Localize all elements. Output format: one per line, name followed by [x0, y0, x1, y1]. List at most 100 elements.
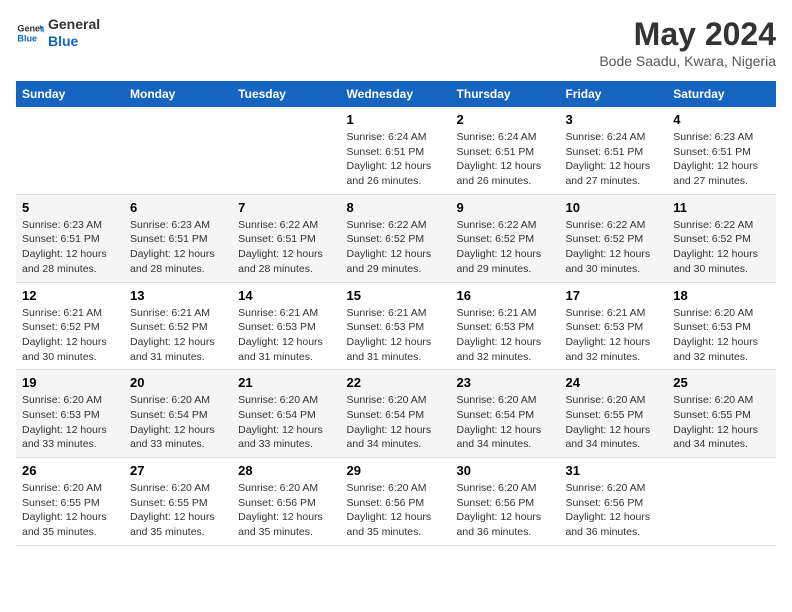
calendar-cell: 16 Sunrise: 6:21 AMSunset: 6:53 PMDayligh…	[451, 282, 560, 370]
calendar-cell: 17 Sunrise: 6:21 AMSunset: 6:53 PMDayligh…	[559, 282, 667, 370]
day-number: 5	[22, 200, 118, 215]
calendar-cell: 14 Sunrise: 6:21 AMSunset: 6:53 PMDayligh…	[232, 282, 340, 370]
day-number: 13	[130, 288, 226, 303]
header-sunday: Sunday	[16, 81, 124, 107]
day-info: Sunrise: 6:20 AMSunset: 6:54 PMDaylight:…	[238, 393, 334, 452]
day-number: 21	[238, 375, 334, 390]
day-number: 19	[22, 375, 118, 390]
header-thursday: Thursday	[451, 81, 560, 107]
calendar-cell	[124, 107, 232, 194]
day-number: 3	[565, 112, 661, 127]
calendar-cell: 20 Sunrise: 6:20 AMSunset: 6:54 PMDayligh…	[124, 370, 232, 458]
day-number: 6	[130, 200, 226, 215]
day-number: 20	[130, 375, 226, 390]
calendar-cell: 15 Sunrise: 6:21 AMSunset: 6:53 PMDayligh…	[341, 282, 451, 370]
day-info: Sunrise: 6:23 AMSunset: 6:51 PMDaylight:…	[673, 130, 770, 189]
calendar-cell: 7 Sunrise: 6:22 AMSunset: 6:51 PMDaylight…	[232, 194, 340, 282]
day-info: Sunrise: 6:20 AMSunset: 6:53 PMDaylight:…	[22, 393, 118, 452]
calendar-cell: 27 Sunrise: 6:20 AMSunset: 6:55 PMDayligh…	[124, 458, 232, 546]
calendar-header-row: SundayMondayTuesdayWednesdayThursdayFrid…	[16, 81, 776, 107]
day-info: Sunrise: 6:20 AMSunset: 6:55 PMDaylight:…	[565, 393, 661, 452]
day-number: 29	[347, 463, 445, 478]
day-number: 4	[673, 112, 770, 127]
day-number: 7	[238, 200, 334, 215]
day-info: Sunrise: 6:20 AMSunset: 6:53 PMDaylight:…	[673, 306, 770, 365]
day-number: 27	[130, 463, 226, 478]
day-info: Sunrise: 6:22 AMSunset: 6:52 PMDaylight:…	[457, 218, 554, 277]
day-info: Sunrise: 6:24 AMSunset: 6:51 PMDaylight:…	[457, 130, 554, 189]
calendar-cell: 12 Sunrise: 6:21 AMSunset: 6:52 PMDayligh…	[16, 282, 124, 370]
day-info: Sunrise: 6:24 AMSunset: 6:51 PMDaylight:…	[347, 130, 445, 189]
day-number: 31	[565, 463, 661, 478]
day-info: Sunrise: 6:20 AMSunset: 6:55 PMDaylight:…	[673, 393, 770, 452]
day-number: 25	[673, 375, 770, 390]
day-info: Sunrise: 6:20 AMSunset: 6:55 PMDaylight:…	[130, 481, 226, 540]
day-info: Sunrise: 6:20 AMSunset: 6:54 PMDaylight:…	[457, 393, 554, 452]
calendar-cell: 1 Sunrise: 6:24 AMSunset: 6:51 PMDaylight…	[341, 107, 451, 194]
day-info: Sunrise: 6:21 AMSunset: 6:53 PMDaylight:…	[457, 306, 554, 365]
calendar-cell: 10Sunrise: 6:22 AMSunset: 6:52 PMDayligh…	[559, 194, 667, 282]
day-info: Sunrise: 6:20 AMSunset: 6:56 PMDaylight:…	[347, 481, 445, 540]
logo-icon: General Blue	[16, 19, 44, 47]
header-friday: Friday	[559, 81, 667, 107]
day-info: Sunrise: 6:23 AMSunset: 6:51 PMDaylight:…	[130, 218, 226, 277]
svg-text:Blue: Blue	[17, 33, 37, 43]
day-info: Sunrise: 6:21 AMSunset: 6:53 PMDaylight:…	[565, 306, 661, 365]
calendar-week-row: 19 Sunrise: 6:20 AMSunset: 6:53 PMDayligh…	[16, 370, 776, 458]
day-number: 23	[457, 375, 554, 390]
day-number: 26	[22, 463, 118, 478]
calendar-cell: 11 Sunrise: 6:22 AMSunset: 6:52 PMDayligh…	[667, 194, 776, 282]
calendar-cell: 22Sunrise: 6:20 AMSunset: 6:54 PMDayligh…	[341, 370, 451, 458]
day-number: 15	[347, 288, 445, 303]
calendar-cell: 13 Sunrise: 6:21 AMSunset: 6:52 PMDayligh…	[124, 282, 232, 370]
calendar-title: May 2024	[599, 16, 776, 53]
day-number: 12	[22, 288, 118, 303]
day-info: Sunrise: 6:21 AMSunset: 6:52 PMDaylight:…	[22, 306, 118, 365]
day-number: 28	[238, 463, 334, 478]
day-number: 1	[347, 112, 445, 127]
day-number: 11	[673, 200, 770, 215]
calendar-week-row: 1 Sunrise: 6:24 AMSunset: 6:51 PMDaylight…	[16, 107, 776, 194]
logo: General Blue General Blue	[16, 16, 100, 50]
calendar-cell: 23 Sunrise: 6:20 AMSunset: 6:54 PMDayligh…	[451, 370, 560, 458]
day-info: Sunrise: 6:21 AMSunset: 6:53 PMDaylight:…	[347, 306, 445, 365]
day-number: 17	[565, 288, 661, 303]
day-number: 16	[457, 288, 554, 303]
day-info: Sunrise: 6:20 AMSunset: 6:54 PMDaylight:…	[130, 393, 226, 452]
calendar-cell: 6 Sunrise: 6:23 AMSunset: 6:51 PMDaylight…	[124, 194, 232, 282]
calendar-cell: 19 Sunrise: 6:20 AMSunset: 6:53 PMDayligh…	[16, 370, 124, 458]
header-saturday: Saturday	[667, 81, 776, 107]
day-number: 8	[347, 200, 445, 215]
calendar-cell: 21 Sunrise: 6:20 AMSunset: 6:54 PMDayligh…	[232, 370, 340, 458]
calendar-cell: 24 Sunrise: 6:20 AMSunset: 6:55 PMDayligh…	[559, 370, 667, 458]
calendar-cell	[232, 107, 340, 194]
day-info: Sunrise: 6:21 AMSunset: 6:52 PMDaylight:…	[130, 306, 226, 365]
calendar-cell: 28 Sunrise: 6:20 AMSunset: 6:56 PMDayligh…	[232, 458, 340, 546]
calendar-cell: 25 Sunrise: 6:20 AMSunset: 6:55 PMDayligh…	[667, 370, 776, 458]
day-info: Sunrise: 6:21 AMSunset: 6:53 PMDaylight:…	[238, 306, 334, 365]
day-number: 22	[347, 375, 445, 390]
day-info: Sunrise: 6:20 AMSunset: 6:56 PMDaylight:…	[238, 481, 334, 540]
calendar-cell: 4 Sunrise: 6:23 AMSunset: 6:51 PMDaylight…	[667, 107, 776, 194]
day-info: Sunrise: 6:22 AMSunset: 6:52 PMDaylight:…	[673, 218, 770, 277]
page-header: General Blue General Blue May 2024 Bode …	[16, 16, 776, 69]
calendar-cell: 2 Sunrise: 6:24 AMSunset: 6:51 PMDaylight…	[451, 107, 560, 194]
day-info: Sunrise: 6:23 AMSunset: 6:51 PMDaylight:…	[22, 218, 118, 277]
title-block: May 2024 Bode Saadu, Kwara, Nigeria	[599, 16, 776, 69]
day-number: 14	[238, 288, 334, 303]
day-info: Sunrise: 6:24 AMSunset: 6:51 PMDaylight:…	[565, 130, 661, 189]
calendar-cell: 26Sunrise: 6:20 AMSunset: 6:55 PMDayligh…	[16, 458, 124, 546]
calendar-cell	[16, 107, 124, 194]
day-number: 2	[457, 112, 554, 127]
calendar-cell: 5 Sunrise: 6:23 AMSunset: 6:51 PMDaylight…	[16, 194, 124, 282]
calendar-subtitle: Bode Saadu, Kwara, Nigeria	[599, 53, 776, 69]
calendar-cell	[667, 458, 776, 546]
logo-general: General	[48, 16, 100, 33]
day-number: 10	[565, 200, 661, 215]
day-number: 9	[457, 200, 554, 215]
header-wednesday: Wednesday	[341, 81, 451, 107]
day-info: Sunrise: 6:22 AMSunset: 6:51 PMDaylight:…	[238, 218, 334, 277]
calendar-cell: 29 Sunrise: 6:20 AMSunset: 6:56 PMDayligh…	[341, 458, 451, 546]
calendar-week-row: 12 Sunrise: 6:21 AMSunset: 6:52 PMDayligh…	[16, 282, 776, 370]
day-number: 24	[565, 375, 661, 390]
